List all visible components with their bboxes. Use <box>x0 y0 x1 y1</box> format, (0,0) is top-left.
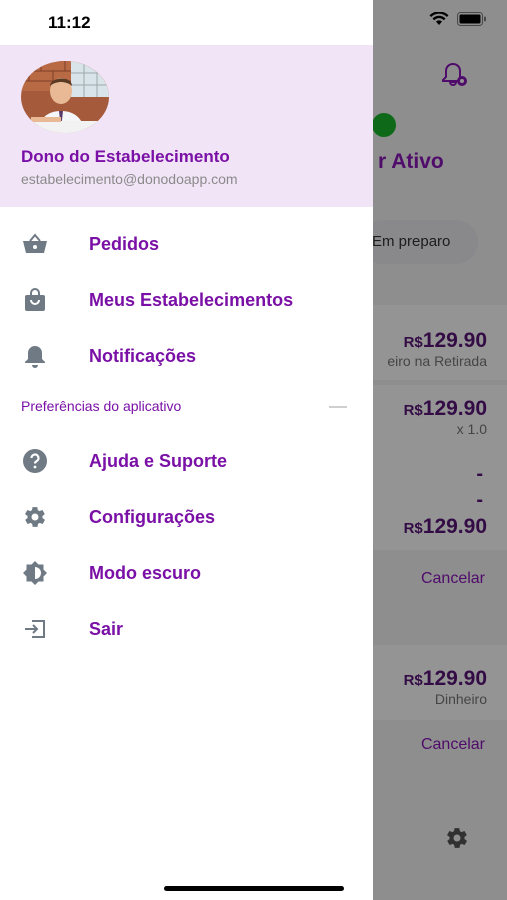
profile-header: Dono do Estabelecimento estabelecimento@… <box>0 45 373 207</box>
bell-icon <box>22 343 48 369</box>
logout-icon <box>22 616 48 642</box>
help-circle-icon <box>22 448 48 474</box>
menu-label: Modo escuro <box>89 562 202 583</box>
menu-label: Pedidos <box>89 233 160 254</box>
section-title-preferences: Preferências do aplicativo <box>21 398 182 414</box>
menu-item-my-stores[interactable]: Meus Estabelecimentos <box>0 272 373 328</box>
menu-label: Configurações <box>89 506 216 527</box>
basket-icon <box>22 231 48 257</box>
menu-item-orders[interactable]: Pedidos <box>0 216 373 272</box>
menu-item-dark-mode[interactable]: Modo escuro <box>0 545 373 601</box>
menu-item-notifications[interactable]: Notificações <box>0 328 373 384</box>
gear-icon <box>22 504 48 530</box>
menu-label: Meus Estabelecimentos <box>89 289 294 310</box>
menu-item-settings[interactable]: Configurações <box>0 489 373 545</box>
menu-label: Ajuda e Suporte <box>89 450 228 471</box>
avatar[interactable] <box>21 61 109 133</box>
profile-name: Dono do Estabelecimento <box>21 147 230 166</box>
section-divider <box>329 406 347 408</box>
home-indicator[interactable] <box>164 886 344 891</box>
menu-item-logout[interactable]: Sair <box>0 601 373 657</box>
navigation-drawer: 11:12 Dono do Estabelecimento estabeleci… <box>0 0 373 900</box>
menu-label: Sair <box>89 618 124 639</box>
status-time: 11:12 <box>48 13 91 32</box>
profile-email: estabelecimento@donodoapp.com <box>21 171 238 187</box>
brightness-icon <box>22 560 48 586</box>
store-bag-icon <box>22 287 48 313</box>
menu-item-help[interactable]: Ajuda e Suporte <box>0 433 373 489</box>
menu-label: Notificações <box>89 345 197 366</box>
